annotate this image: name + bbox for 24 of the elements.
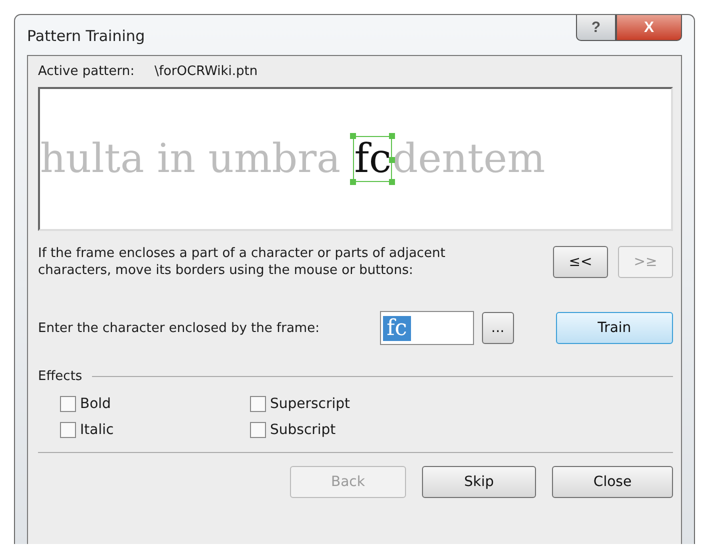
instruction-text: If the frame encloses a part of a character or parts of adjacent characters, move its borders using the mouse or buttons: bbox=[38, 245, 446, 279]
checkbox-label: Subscript bbox=[270, 422, 336, 438]
checkbox-label: Bold bbox=[80, 396, 111, 412]
checkbox[interactable] bbox=[250, 422, 266, 438]
checkbox[interactable] bbox=[250, 396, 266, 412]
active-pattern-value: \forOCRWiki.ptn bbox=[154, 64, 258, 79]
dialog-button[interactable]: Close bbox=[552, 466, 673, 498]
active-pattern-label: Active pattern: bbox=[38, 64, 134, 79]
character-input[interactable]: fc bbox=[380, 311, 474, 345]
checkbox-label: Superscript bbox=[270, 396, 350, 412]
dialog-button[interactable]: Skip bbox=[422, 466, 536, 498]
entry-label: Enter the character enclosed by the frame: bbox=[38, 320, 320, 336]
window-title: Pattern Training bbox=[27, 27, 145, 45]
checkbox-label: Italic bbox=[80, 422, 114, 438]
help-button[interactable]: ? bbox=[576, 15, 616, 41]
move-left-button[interactable]: ≤< bbox=[553, 246, 608, 278]
train-button[interactable]: Train bbox=[556, 312, 673, 344]
sample-text: hulta in umbra bbox=[40, 136, 342, 182]
sample-text: dentem bbox=[392, 136, 546, 182]
more-button[interactable]: ... bbox=[482, 312, 514, 344]
character-frame[interactable]: fc bbox=[353, 136, 392, 182]
effects-title: Effects bbox=[38, 369, 82, 384]
checkbox[interactable] bbox=[60, 422, 76, 438]
checkbox[interactable] bbox=[60, 396, 76, 412]
